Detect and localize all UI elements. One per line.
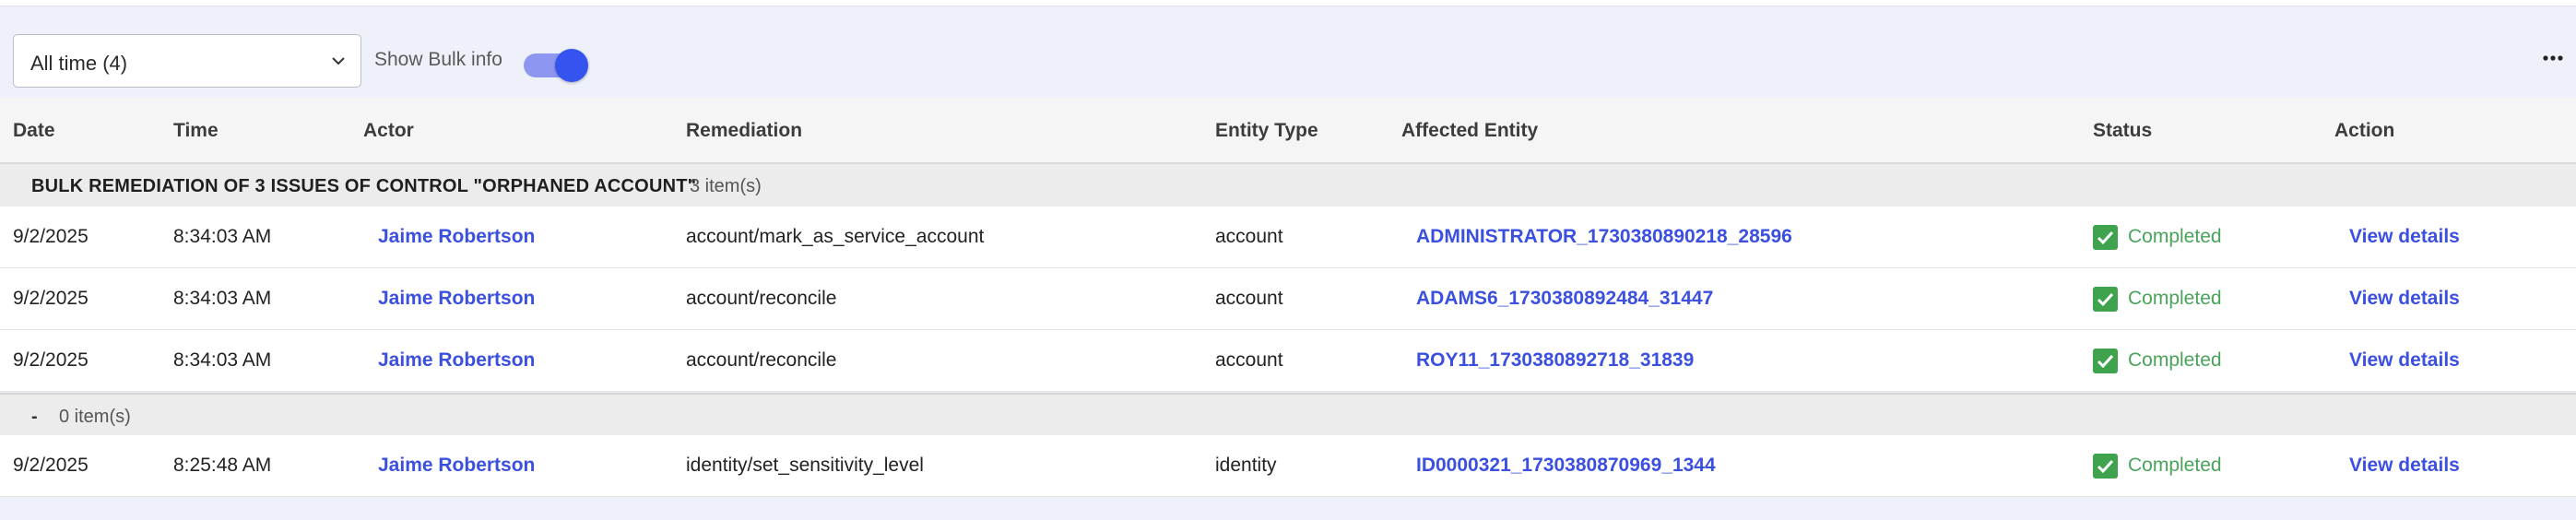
- row-affected-entity-link[interactable]: ADMINISTRATOR_1730380890218_28596: [1416, 226, 1792, 248]
- bulk-group-title: BULK REMEDIATION OF 3 ISSUES OF CONTROL …: [31, 176, 697, 196]
- check-icon: [2093, 454, 2118, 479]
- row-affected-entity-link[interactable]: ID0000321_1730380870969_1344: [1416, 455, 1716, 477]
- row-actor-link[interactable]: Jaime Robertson: [378, 226, 535, 248]
- row-date: 9/2/2025: [13, 455, 89, 476]
- column-header-affected-entity[interactable]: Affected Entity: [1401, 120, 1538, 142]
- view-details-link[interactable]: View details: [2349, 288, 2460, 310]
- bulk-group-header[interactable]: BULK REMEDIATION OF 3 ISSUES OF CONTROL …: [0, 164, 2576, 207]
- row-entity-type: account: [1215, 349, 1283, 371]
- row-actor-link[interactable]: Jaime Robertson: [378, 349, 535, 372]
- column-header-entity-type[interactable]: Entity Type: [1215, 120, 1318, 142]
- table-row[interactable]: 9/2/2025 8:34:03 AM Jaime Robertson acco…: [0, 268, 2576, 330]
- column-header-action[interactable]: Action: [2334, 120, 2394, 142]
- toggle-knob: [555, 49, 588, 82]
- row-date: 9/2/2025: [13, 226, 89, 247]
- row-remediation: identity/set_sensitivity_level: [686, 455, 924, 476]
- time-range-value: All time (4): [30, 52, 128, 75]
- table-row[interactable]: 9/2/2025 8:34:03 AM Jaime Robertson acco…: [0, 207, 2576, 268]
- check-icon: [2093, 287, 2118, 312]
- row-status: Completed: [2128, 226, 2222, 247]
- row-affected-entity-link[interactable]: ROY11_1730380892718_31839: [1416, 349, 1694, 372]
- table-row[interactable]: 9/2/2025 8:34:03 AM Jaime Robertson acco…: [0, 330, 2576, 392]
- column-header-status[interactable]: Status: [2093, 120, 2152, 142]
- check-icon: [2093, 225, 2118, 250]
- non-bulk-group-title: -: [31, 407, 38, 427]
- row-remediation: account/reconcile: [686, 349, 837, 371]
- row-remediation: account/mark_as_service_account: [686, 226, 985, 247]
- row-date: 9/2/2025: [13, 288, 89, 309]
- column-header-remediation[interactable]: Remediation: [686, 120, 802, 142]
- check-icon: [2093, 349, 2118, 373]
- row-entity-type: account: [1215, 226, 1283, 247]
- show-bulk-info-label: Show Bulk info: [374, 49, 502, 70]
- row-time: 8:34:03 AM: [173, 349, 272, 371]
- row-status: Completed: [2128, 349, 2222, 371]
- row-entity-type: identity: [1215, 455, 1277, 476]
- non-bulk-group-count: 0 item(s): [59, 407, 131, 427]
- row-entity-type: account: [1215, 288, 1283, 309]
- chevron-down-icon: [332, 57, 345, 65]
- show-bulk-info-toggle[interactable]: [524, 48, 588, 83]
- row-affected-entity-link[interactable]: ADAMS6_1730380892484_31447: [1416, 288, 1713, 310]
- row-time: 8:34:03 AM: [173, 288, 272, 309]
- bulk-group-count: 3 item(s): [690, 176, 762, 196]
- toolbar: All time (4) Show Bulk info: [0, 6, 2576, 98]
- non-bulk-group-header[interactable]: - 0 item(s): [0, 393, 2576, 437]
- remediation-history-page: All time (4) Show Bulk info Date Time Ac…: [0, 0, 2576, 520]
- row-time: 8:25:48 AM: [173, 455, 272, 476]
- row-time: 8:34:03 AM: [173, 226, 272, 247]
- time-range-select[interactable]: All time (4): [13, 34, 361, 88]
- row-status: Completed: [2128, 288, 2222, 309]
- column-header-time[interactable]: Time: [173, 120, 219, 142]
- view-details-link[interactable]: View details: [2349, 226, 2460, 248]
- row-remediation: account/reconcile: [686, 288, 837, 309]
- more-horizontal-icon[interactable]: [2543, 53, 2563, 63]
- row-date: 9/2/2025: [13, 349, 89, 371]
- table-header: Date Time Actor Remediation Entity Type …: [0, 98, 2576, 164]
- column-header-actor[interactable]: Actor: [363, 120, 414, 142]
- column-header-date[interactable]: Date: [13, 120, 55, 142]
- row-actor-link[interactable]: Jaime Robertson: [378, 455, 535, 477]
- row-actor-link[interactable]: Jaime Robertson: [378, 288, 535, 310]
- view-details-link[interactable]: View details: [2349, 455, 2460, 477]
- table-row[interactable]: 9/2/2025 8:25:48 AM Jaime Robertson iden…: [0, 435, 2576, 497]
- view-details-link[interactable]: View details: [2349, 349, 2460, 372]
- row-status: Completed: [2128, 455, 2222, 476]
